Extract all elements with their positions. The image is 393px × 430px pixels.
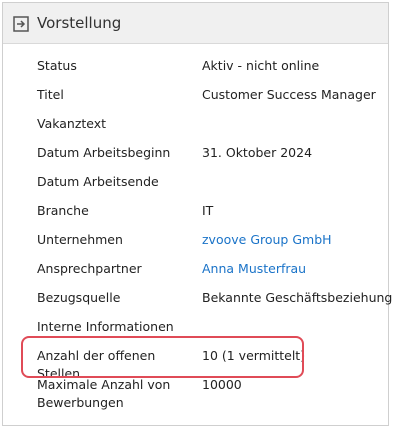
highlight-box — [21, 336, 304, 378]
field-label: Titel — [37, 87, 64, 102]
contact-person-link[interactable]: Anna Musterfrau — [202, 260, 382, 278]
field-value: 31. Oktober 2024 — [202, 145, 313, 160]
field-label: Maximale Anzahl von Bewerbungen — [37, 377, 171, 410]
field-value: Aktiv - nicht online — [202, 58, 320, 73]
field-label: Vakanztext — [37, 116, 107, 131]
field-label: Interne Informationen — [37, 319, 174, 334]
field-label: Bezugsquelle — [37, 290, 121, 305]
field-label: Ansprechpartner — [37, 261, 142, 276]
field-label: Unternehmen — [37, 232, 123, 247]
field-label: Datum Arbeitsende — [37, 174, 159, 189]
field-label: Datum Arbeitsbeginn — [37, 145, 171, 160]
company-link[interactable]: zvoove Group GmbH — [202, 231, 382, 249]
vorstellung-panel: Vorstellung Status Aktiv - nicht online … — [2, 2, 393, 426]
field-value: IT — [202, 203, 214, 218]
section-title: Vorstellung — [37, 14, 122, 32]
field-value: Customer Success Manager — [202, 87, 376, 102]
enter-arrow-icon — [13, 16, 29, 32]
field-label: Status — [37, 58, 77, 73]
field-value: Bekannte Geschäftsbeziehung — [202, 290, 393, 305]
section-header[interactable]: Vorstellung — [3, 3, 388, 44]
field-label: Branche — [37, 203, 89, 218]
field-value: 10000 — [202, 377, 242, 392]
